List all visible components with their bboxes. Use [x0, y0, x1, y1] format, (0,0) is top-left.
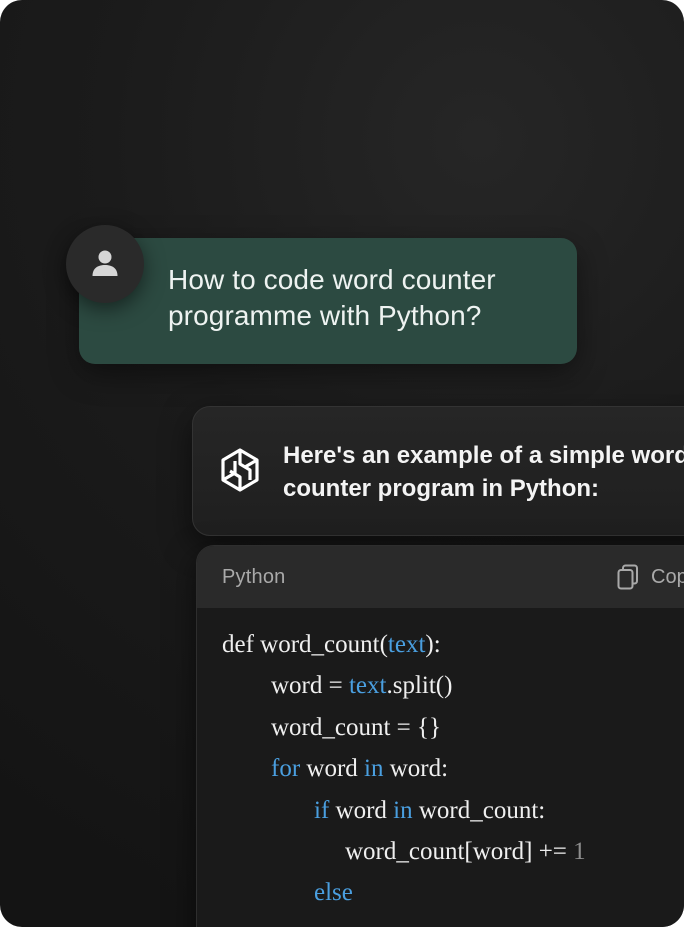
user-message-text: How to code word counter programme with … [168, 262, 557, 334]
user-icon [92, 250, 118, 276]
code-keyword: in [393, 796, 413, 824]
code-token: word_count[word] += [345, 837, 574, 865]
user-message-line: programme with Python? [168, 300, 482, 331]
code-content: def word_count(text): word = text.split()… [222, 624, 586, 914]
assistant-message-card: Here's an example of a simple word count… [192, 406, 684, 536]
code-token: word: [383, 755, 449, 783]
code-keyword: in [364, 755, 384, 783]
code-token: word_count: [412, 796, 546, 824]
copy-icon [617, 564, 638, 590]
copy-button-label: Copy [651, 565, 684, 588]
code-keyword: text [387, 631, 426, 658]
user-message-line: How to code word counter [168, 264, 496, 295]
code-token: word [300, 755, 365, 783]
user-message-bubble: How to code word counter programme with … [79, 238, 577, 364]
code-block: Python Copy def word_count(text):word = … [196, 545, 684, 927]
code-token: word = [271, 672, 349, 700]
code-token: ): [425, 631, 441, 658]
code-block-header: Python Copy [197, 546, 684, 608]
code-token: word_count = {} [271, 713, 442, 741]
assistant-message-line: Here's an example of a simple word [283, 442, 684, 469]
code-line: word = text.split() [222, 665, 586, 706]
assistant-message-line: counter program in Python: [283, 475, 600, 502]
code-line: else [222, 872, 586, 913]
hexagon-logo-icon [221, 448, 259, 492]
code-keyword: else [314, 879, 353, 907]
assistant-message-text: Here's an example of a simple word count… [283, 439, 684, 505]
copy-button[interactable]: Copy [617, 562, 684, 592]
code-keyword: if [314, 796, 330, 824]
user-avatar [66, 225, 144, 303]
code-keyword: for [271, 755, 301, 783]
code-language-label: Python [222, 566, 286, 588]
code-token: def word_count( [222, 631, 388, 658]
code-number: 1 [573, 837, 586, 865]
code-token: word [329, 796, 394, 824]
code-keyword: text [348, 672, 387, 700]
code-line: def word_count(text): [222, 624, 586, 665]
code-line: word_count[word] += 1 [222, 831, 586, 872]
code-token: .split() [386, 672, 453, 700]
code-line: for word in word: [222, 748, 586, 789]
code-line: if word in word_count: [222, 790, 586, 831]
code-line: word_count = {} [222, 707, 586, 748]
chat-screen: How to code word counter programme with … [0, 0, 684, 927]
